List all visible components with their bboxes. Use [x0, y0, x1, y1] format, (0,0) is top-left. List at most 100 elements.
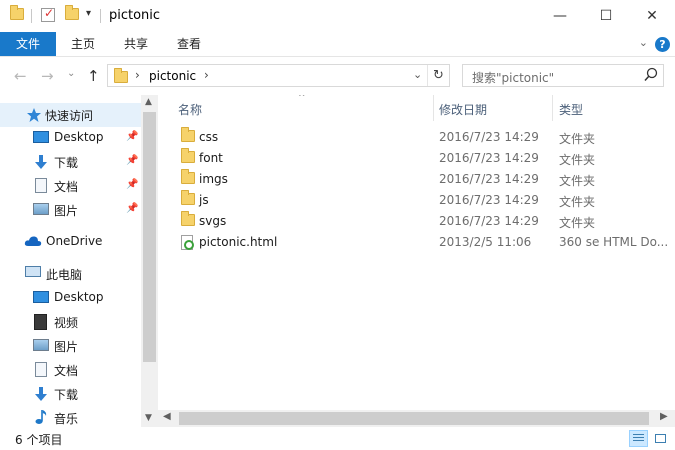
- video-icon: [34, 314, 47, 330]
- nav-onedrive[interactable]: OneDrive: [0, 230, 141, 254]
- expand-ribbon-icon[interactable]: ⌄: [639, 36, 648, 49]
- close-button[interactable]: ✕: [629, 0, 675, 32]
- column-type[interactable]: 类型: [559, 101, 583, 118]
- table-row[interactable]: svgs 2016/7/23 14:29 文件夹: [158, 211, 675, 232]
- recent-locations-icon[interactable]: ⌄: [67, 68, 75, 79]
- nav-pc-music[interactable]: 音乐: [0, 406, 141, 427]
- horizontal-scrollbar[interactable]: ◀ ▶: [158, 410, 675, 427]
- file-type: 360 se HTML Do...: [559, 235, 669, 249]
- scroll-down-icon[interactable]: ▼: [145, 413, 152, 423]
- file-name: css: [199, 130, 219, 144]
- table-row[interactable]: imgs 2016/7/23 14:29 文件夹: [158, 169, 675, 190]
- file-name: svgs: [199, 214, 227, 228]
- breadcrumb-pictonic[interactable]: pictonic: [149, 69, 196, 83]
- nav-pc-downloads[interactable]: 下载: [0, 382, 141, 406]
- maximize-button[interactable]: ☐: [583, 0, 629, 32]
- file-type: 文件夹: [559, 174, 596, 188]
- nav-quick-access[interactable]: 快速访问: [0, 103, 141, 127]
- nav-pc-videos[interactable]: 视频: [0, 310, 141, 334]
- scrollbar-thumb[interactable]: [179, 412, 649, 425]
- column-divider[interactable]: [433, 95, 434, 121]
- breadcrumb-separator[interactable]: ›: [204, 68, 209, 82]
- status-bar: 6 个项目: [0, 427, 675, 450]
- nav-label: 文档: [54, 364, 79, 378]
- tab-home[interactable]: 主页: [61, 32, 105, 56]
- nav-quick-documents[interactable]: 文档 📌: [0, 174, 141, 198]
- nav-label: 视频: [54, 316, 79, 330]
- search-icon[interactable]: [644, 67, 658, 83]
- address-bar[interactable]: › pictonic › ⌄ ↻: [107, 64, 450, 87]
- file-type: 文件夹: [559, 216, 596, 230]
- computer-icon: [25, 266, 41, 277]
- refresh-button[interactable]: ↻: [427, 65, 449, 86]
- scroll-right-icon[interactable]: ▶: [660, 411, 668, 422]
- pin-icon[interactable]: 📌: [126, 131, 138, 142]
- nav-label: 图片: [54, 340, 79, 354]
- nav-pc-desktop[interactable]: Desktop: [0, 286, 141, 310]
- column-header: ^ 名称 修改日期 类型: [158, 95, 675, 121]
- scrollbar-thumb[interactable]: [143, 112, 156, 362]
- folder-icon: [181, 190, 195, 205]
- minimize-icon: —: [553, 8, 567, 24]
- details-view-icon: [633, 434, 644, 443]
- navigation-pane: 快速访问 Desktop 📌 下载 📌 文档 📌 图片 📌 OneDrive 此…: [0, 95, 158, 427]
- breadcrumb-separator[interactable]: ›: [135, 68, 140, 82]
- scroll-up-icon[interactable]: ▲: [145, 97, 152, 107]
- table-row[interactable]: css 2016/7/23 14:29 文件夹: [158, 127, 675, 148]
- nav-pc-documents[interactable]: 文档: [0, 358, 141, 382]
- column-name[interactable]: 名称: [178, 101, 202, 118]
- nav-label: 快速访问: [45, 109, 94, 123]
- customize-toolbar-icon[interactable]: ▾: [86, 8, 91, 19]
- address-dropdown-icon[interactable]: ⌄: [413, 68, 422, 81]
- new-folder-icon[interactable]: [65, 5, 79, 20]
- table-row[interactable]: pictonic.html 2013/2/5 11:06 360 se HTML…: [158, 232, 675, 253]
- title-bar: ✓ ▾ pictonic — ☐ ✕: [0, 0, 675, 32]
- nav-quick-downloads[interactable]: 下载 📌: [0, 150, 141, 174]
- up-button[interactable]: ↑: [87, 67, 100, 85]
- properties-icon[interactable]: ✓: [41, 6, 55, 22]
- table-row[interactable]: js 2016/7/23 14:29 文件夹: [158, 190, 675, 211]
- column-date[interactable]: 修改日期: [439, 101, 487, 118]
- nav-label: OneDrive: [46, 234, 103, 248]
- title-divider: [100, 9, 101, 23]
- file-name: pictonic.html: [199, 235, 278, 249]
- document-icon: [35, 178, 47, 193]
- nav-label: 音乐: [54, 412, 79, 426]
- tab-share[interactable]: 共享: [114, 32, 158, 56]
- tab-file[interactable]: 文件: [0, 32, 56, 56]
- pin-icon[interactable]: 📌: [126, 155, 138, 166]
- folder-icon: [10, 5, 24, 20]
- file-type: 文件夹: [559, 153, 596, 167]
- nav-label: Desktop: [54, 130, 104, 144]
- folder-icon: [181, 127, 195, 142]
- nav-this-pc[interactable]: 此电脑: [0, 262, 141, 286]
- forward-button[interactable]: →: [41, 67, 54, 85]
- document-icon: [35, 362, 47, 377]
- pin-icon[interactable]: 📌: [126, 203, 138, 214]
- file-date: 2016/7/23 14:29: [439, 151, 539, 165]
- large-icons-view-button[interactable]: [651, 430, 670, 447]
- navigation-scrollbar[interactable]: ▲ ▼: [141, 95, 158, 427]
- nav-label: 文档: [54, 180, 79, 194]
- column-divider[interactable]: [552, 95, 553, 121]
- tab-view[interactable]: 查看: [167, 32, 211, 56]
- ribbon-tabs: 文件 主页 共享 查看 ⌄ ?: [0, 32, 675, 57]
- file-name: imgs: [199, 172, 228, 186]
- nav-label: 下载: [54, 156, 79, 170]
- nav-quick-desktop[interactable]: Desktop 📌: [0, 126, 141, 150]
- table-row[interactable]: font 2016/7/23 14:29 文件夹: [158, 148, 675, 169]
- folder-icon: [181, 169, 195, 184]
- file-type: 文件夹: [559, 132, 596, 146]
- nav-pc-pictures[interactable]: 图片: [0, 334, 141, 358]
- file-date: 2016/7/23 14:29: [439, 130, 539, 144]
- help-icon[interactable]: ?: [655, 37, 670, 52]
- search-input[interactable]: 搜索"pictonic": [462, 64, 664, 87]
- back-button[interactable]: ←: [14, 67, 27, 85]
- nav-quick-pictures[interactable]: 图片 📌: [0, 198, 141, 222]
- folder-icon: [181, 211, 195, 226]
- scroll-left-icon[interactable]: ◀: [163, 411, 171, 422]
- details-view-button[interactable]: [629, 430, 648, 447]
- pin-icon[interactable]: 📌: [126, 179, 138, 190]
- minimize-button[interactable]: —: [537, 0, 583, 32]
- file-date: 2013/2/5 11:06: [439, 235, 532, 249]
